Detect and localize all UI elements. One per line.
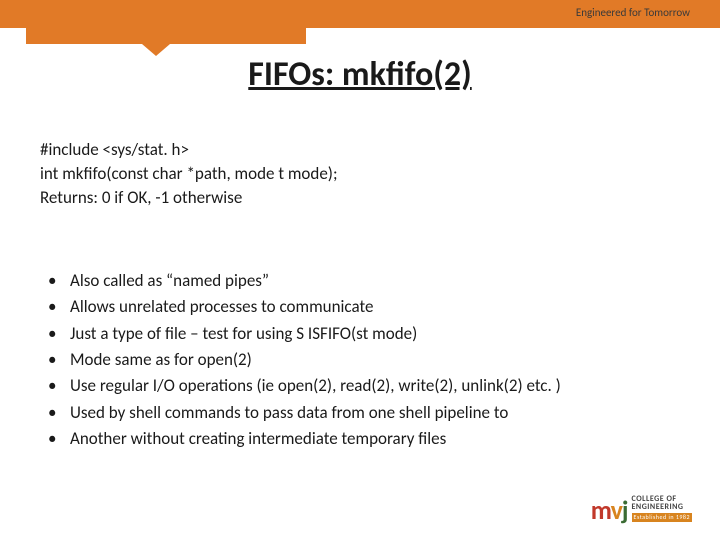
logo-text: COLLEGE OF ENGINEERING Established in 19… (632, 495, 692, 522)
logo-letter: j (622, 494, 628, 526)
logo-line: ENGINEERING (632, 503, 692, 512)
logo-mark-icon: mvj (591, 499, 628, 522)
list-item: Use regular I/O operations (ie open(2), … (40, 373, 561, 399)
bullet-list: Also called as “named pipes” Allows unre… (40, 268, 561, 452)
code-line: #include <sys/stat. h> (40, 138, 338, 162)
code-line: Returns: 0 if OK, -1 otherwise (40, 186, 338, 210)
logo-est: Established in 1982 (632, 513, 692, 522)
footer-logo: mvj COLLEGE OF ENGINEERING Established i… (591, 495, 692, 522)
list-item: Also called as “named pipes” (40, 268, 561, 294)
code-line: int mkfifo(const char *path, mode t mode… (40, 162, 338, 186)
list-item: Mode same as for open(2) (40, 347, 561, 373)
list-item: Just a type of file – test for using S I… (40, 321, 561, 347)
list-item: Used by shell commands to pass data from… (40, 400, 561, 426)
tagline: Engineered for Tomorrow (576, 6, 690, 19)
logo-letter: v (611, 494, 622, 526)
code-block: #include <sys/stat. h> int mkfifo(const … (40, 138, 338, 209)
header-tab (26, 0, 306, 44)
list-item: Allows unrelated processes to communicat… (40, 294, 561, 320)
logo-letter: m (591, 494, 611, 526)
list-item: Another without creating intermediate te… (40, 426, 561, 452)
page-title: FIFOs: mkfifo(2) (0, 54, 720, 95)
